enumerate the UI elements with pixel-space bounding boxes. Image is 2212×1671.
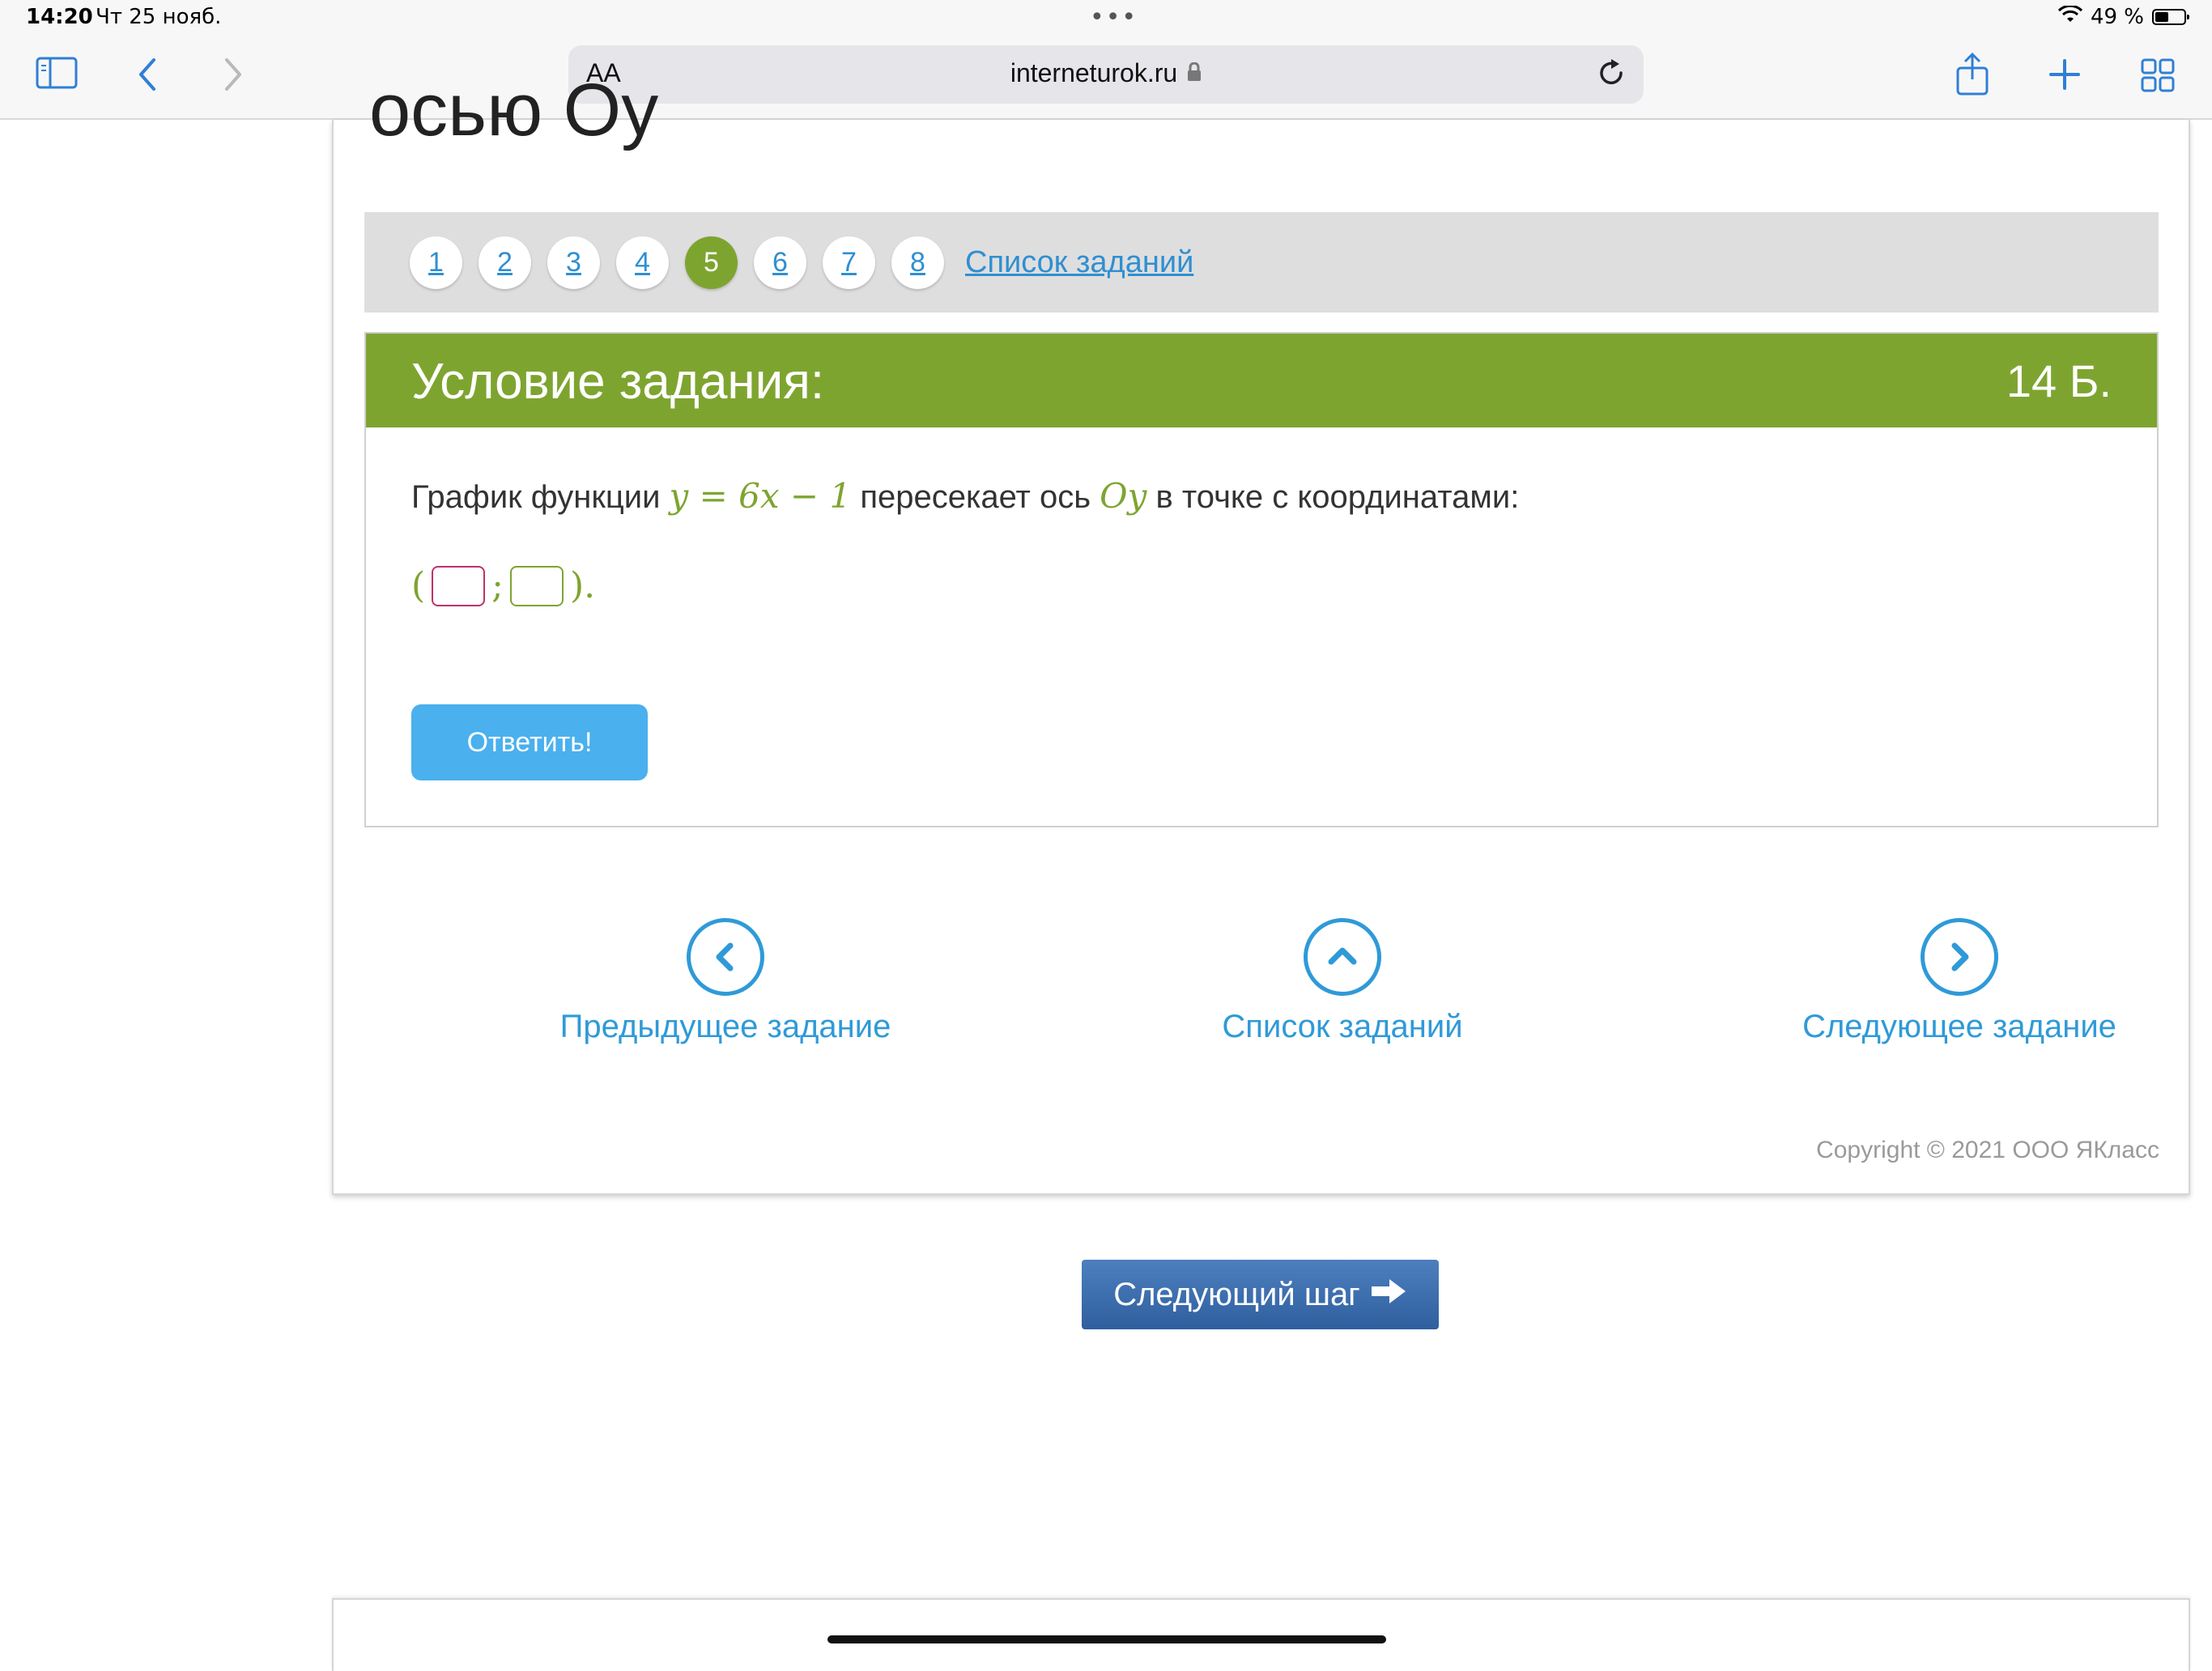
page-button-8[interactable]: 8 xyxy=(891,236,944,289)
new-tab-icon[interactable] xyxy=(2048,58,2081,91)
reload-icon[interactable] xyxy=(1595,57,1627,92)
status-time: 14:20 xyxy=(26,5,93,29)
page-button-4[interactable]: 4 xyxy=(616,236,669,289)
task-box: Условие задания: 14 Б. График функции y … xyxy=(364,332,2159,827)
page-button-1[interactable]: 1 xyxy=(410,236,462,289)
problem-text-before: График функции xyxy=(411,479,661,515)
copyright: Copyright © 2021 ООО ЯКласс xyxy=(1816,1137,2159,1163)
url-text: interneturok.ru xyxy=(1010,58,1178,87)
browser-toolbar: AA interneturok.ru xyxy=(0,39,2212,120)
arrow-right-icon xyxy=(1370,1277,1407,1313)
status-right: 49 % xyxy=(2057,4,2189,29)
multitasking-dots[interactable]: ••• xyxy=(1090,3,1138,32)
wifi-icon xyxy=(2057,4,2082,29)
status-date: Чт 25 нояб. xyxy=(96,5,222,29)
page-title: осью Oy xyxy=(369,69,659,151)
sidebar-icon[interactable] xyxy=(36,57,78,89)
chevron-up-icon[interactable] xyxy=(1304,918,1381,996)
task-pager: 1 2 3 4 5 6 7 8 Список заданий xyxy=(410,236,1193,289)
page-button-7[interactable]: 7 xyxy=(823,236,875,289)
prev-task-label[interactable]: Предыдущее задание xyxy=(483,1009,968,1045)
axis-name: Oy xyxy=(1100,476,1147,516)
page-button-5-active[interactable]: 5 xyxy=(685,236,738,289)
share-icon[interactable] xyxy=(1955,52,1990,97)
task-header-title: Условие задания: xyxy=(411,354,825,410)
close-paren: ). xyxy=(570,565,596,606)
prev-task-nav[interactable]: Предыдущее задание xyxy=(483,918,968,1045)
page-button-6[interactable]: 6 xyxy=(754,236,806,289)
task-card: осью Oy 1 2 3 4 5 6 7 8 Список заданий У… xyxy=(332,73,2190,1195)
separator: ; xyxy=(491,565,504,606)
page-button-2[interactable]: 2 xyxy=(479,236,531,289)
address-bar[interactable]: AA interneturok.ru xyxy=(568,45,1644,104)
battery-icon xyxy=(2152,9,2189,25)
open-paren: ( xyxy=(411,565,426,606)
problem-statement: График функции y = 6x − 1 пересекает ось… xyxy=(411,476,1519,516)
battery-percent: 49 % xyxy=(2090,5,2144,29)
task-list-label[interactable]: Список заданий xyxy=(1100,1009,1585,1045)
back-icon[interactable] xyxy=(136,57,157,92)
problem-text-after: в точке с координатами: xyxy=(1155,479,1520,515)
next-step-label: Следующий шаг xyxy=(1113,1276,1360,1312)
answer-button[interactable]: Ответить! xyxy=(411,704,648,780)
answer-row: ( ; ). xyxy=(411,565,595,606)
task-list-link[interactable]: Список заданий xyxy=(965,245,1193,280)
task-points: 14 Б. xyxy=(2006,355,2112,406)
next-task-nav[interactable]: Следующее задание xyxy=(1716,918,2202,1045)
status-bar: 14:20 Чт 25 нояб. ••• 49 % xyxy=(0,0,2212,39)
x-coordinate-input[interactable] xyxy=(432,565,486,606)
page-button-3[interactable]: 3 xyxy=(547,236,600,289)
chevron-right-icon[interactable] xyxy=(1921,918,1998,996)
next-card xyxy=(332,1598,2190,1671)
tabs-icon[interactable] xyxy=(2141,58,2175,92)
lock-icon xyxy=(1187,62,1202,87)
chevron-left-icon[interactable] xyxy=(687,918,764,996)
forward-icon[interactable] xyxy=(223,57,245,92)
home-indicator[interactable] xyxy=(827,1635,1386,1643)
task-list-nav[interactable]: Список заданий xyxy=(1100,918,1585,1045)
problem-text-middle: пересекает ось xyxy=(860,479,1091,515)
next-step-button[interactable]: Следующий шаг xyxy=(1082,1260,1439,1329)
task-pager-strip: 1 2 3 4 5 6 7 8 Список заданий xyxy=(364,212,2159,313)
formula: y = 6x − 1 xyxy=(669,476,852,516)
y-coordinate-input[interactable] xyxy=(510,565,564,606)
task-header: Условие задания: 14 Б. xyxy=(366,334,2157,427)
next-task-label[interactable]: Следующее задание xyxy=(1716,1009,2202,1045)
